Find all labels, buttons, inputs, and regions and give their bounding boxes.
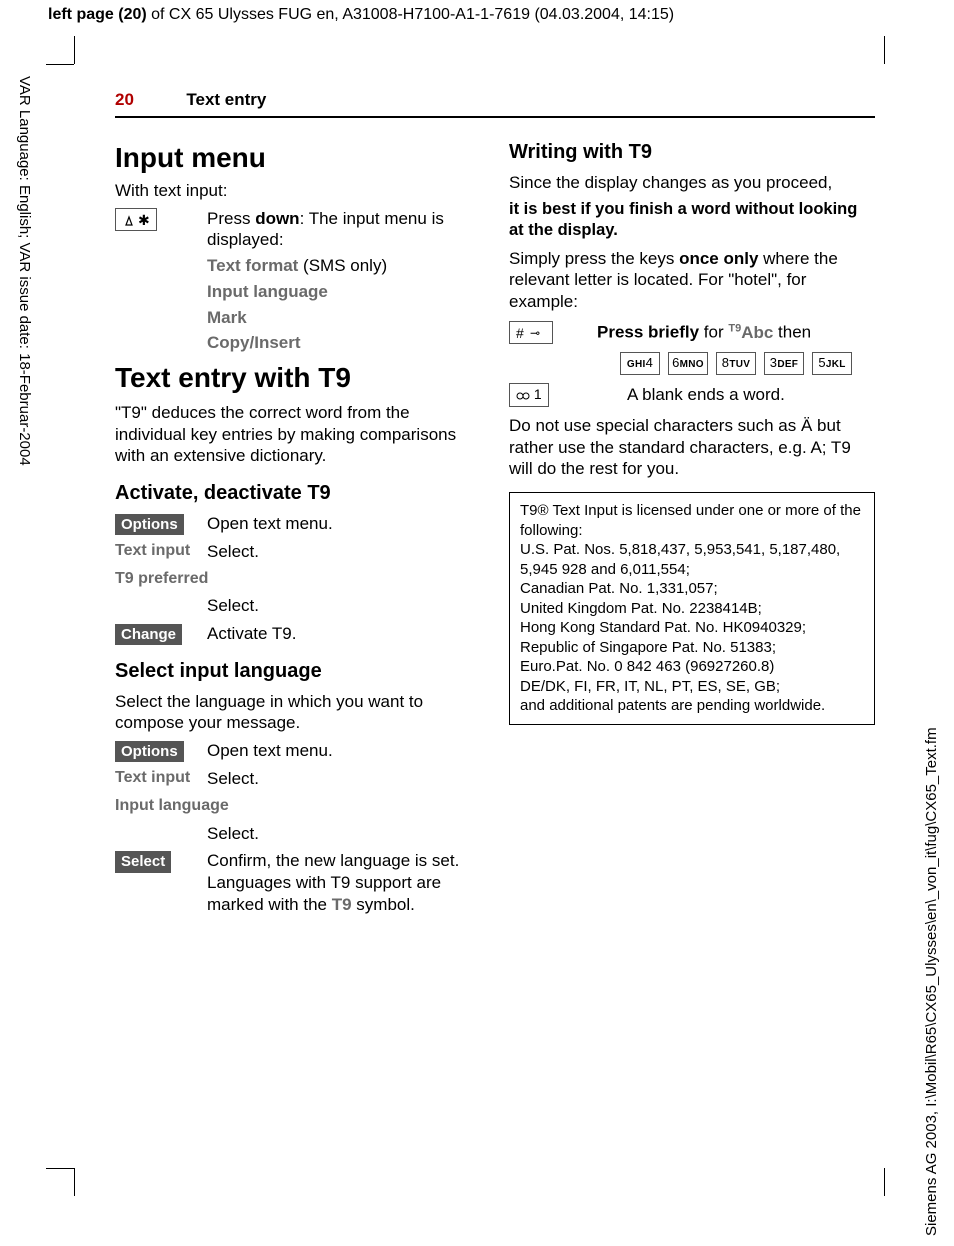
press-briefly-text: Press briefly for T9Abc then [597, 321, 811, 343]
menu-copy-insert: Copy/Insert [207, 332, 481, 354]
select-button: Select [115, 851, 171, 872]
select-language-desc: Select the language in which you want to… [115, 691, 481, 735]
patent-notice-box: T9® Text Input is licensed under one or … [509, 492, 875, 725]
cropmark [884, 36, 885, 64]
label-text-input: Text input [115, 768, 207, 788]
press-down-text: Press down: The input menu is displayed:… [207, 208, 481, 357]
key-5-icon: 5JKL [812, 352, 852, 375]
simply-press-text: Simply press the keys once only where th… [509, 248, 875, 313]
options-button: Options [115, 514, 184, 535]
best-bold-text: it is best if you finish a word without … [509, 199, 875, 241]
change-button: Change [115, 624, 182, 645]
t9-description: "T9" deduces the correct word from the i… [115, 402, 481, 467]
header-bold: left page (20) [48, 6, 147, 23]
page-number: 20 [115, 90, 134, 109]
key-8-icon: 8TUV [716, 352, 756, 375]
menu-text-format: Text format [207, 256, 298, 275]
menu-mark: Mark [207, 307, 481, 329]
since-text: Since the display changes as you proceed… [509, 172, 875, 194]
options-button: Options [115, 741, 184, 762]
heading-input-menu: Input menu [115, 140, 481, 176]
left-margin-note: VAR Language: English; VAR issue date: 1… [16, 36, 33, 466]
svg-text:⊸: ⊸ [530, 326, 540, 340]
key-3-icon: 3DEF [764, 352, 804, 375]
page-body: 20 Text entry Input menu With text input… [115, 90, 875, 922]
cropmark [46, 1168, 74, 1169]
label-text-input: Text input [115, 541, 207, 561]
section-title: Text entry [186, 90, 266, 109]
cropmark [46, 64, 74, 65]
menu-input-language: Input language [207, 281, 481, 303]
cropmark [74, 1168, 75, 1196]
heading-text-entry-t9: Text entry with T9 [115, 360, 481, 396]
svg-text:✱: ✱ [138, 213, 150, 227]
confirm-language-text: Confirm, the new language is set. Langua… [207, 850, 481, 915]
key-1-icon: 1 [509, 383, 549, 407]
star-key-icon: ✱ [115, 208, 157, 232]
left-column: Input menu With text input: ✱ Press down… [115, 136, 481, 922]
cropmark [884, 1168, 885, 1196]
header-rest: of CX 65 Ulysses FUG en, A31008-H7100-A1… [147, 6, 674, 23]
key-6-icon: 6MNO [668, 352, 708, 375]
special-chars-text: Do not use special characters such as Ä … [509, 415, 875, 480]
cropmark [74, 36, 75, 64]
hash-key-icon: #⊸ [509, 321, 553, 345]
blank-ends-word: A blank ends a word. [597, 384, 785, 406]
key-sequence-row: GHI4 6MNO 8TUV 3DEF 5JKL [597, 352, 875, 375]
heading-select-input-language: Select input language [115, 659, 481, 685]
label-t9-preferred: T9 preferred [115, 569, 208, 589]
source-header: left page (20) of CX 65 Ulysses FUG en, … [48, 6, 674, 24]
key-4-icon: GHI4 [620, 352, 660, 375]
label-input-language: Input language [115, 796, 229, 816]
right-margin-note: Siemens AG 2003, I:\Mobil\R65\CX65_Ulyss… [923, 556, 940, 1236]
heading-writing-t9: Writing with T9 [509, 140, 875, 166]
heading-activate-t9: Activate, deactivate T9 [115, 481, 481, 507]
right-column: Writing with T9 Since the display change… [509, 136, 875, 922]
svg-text:#: # [516, 326, 524, 340]
running-head: 20 Text entry [115, 90, 875, 118]
input-menu-intro: With text input: [115, 180, 481, 202]
